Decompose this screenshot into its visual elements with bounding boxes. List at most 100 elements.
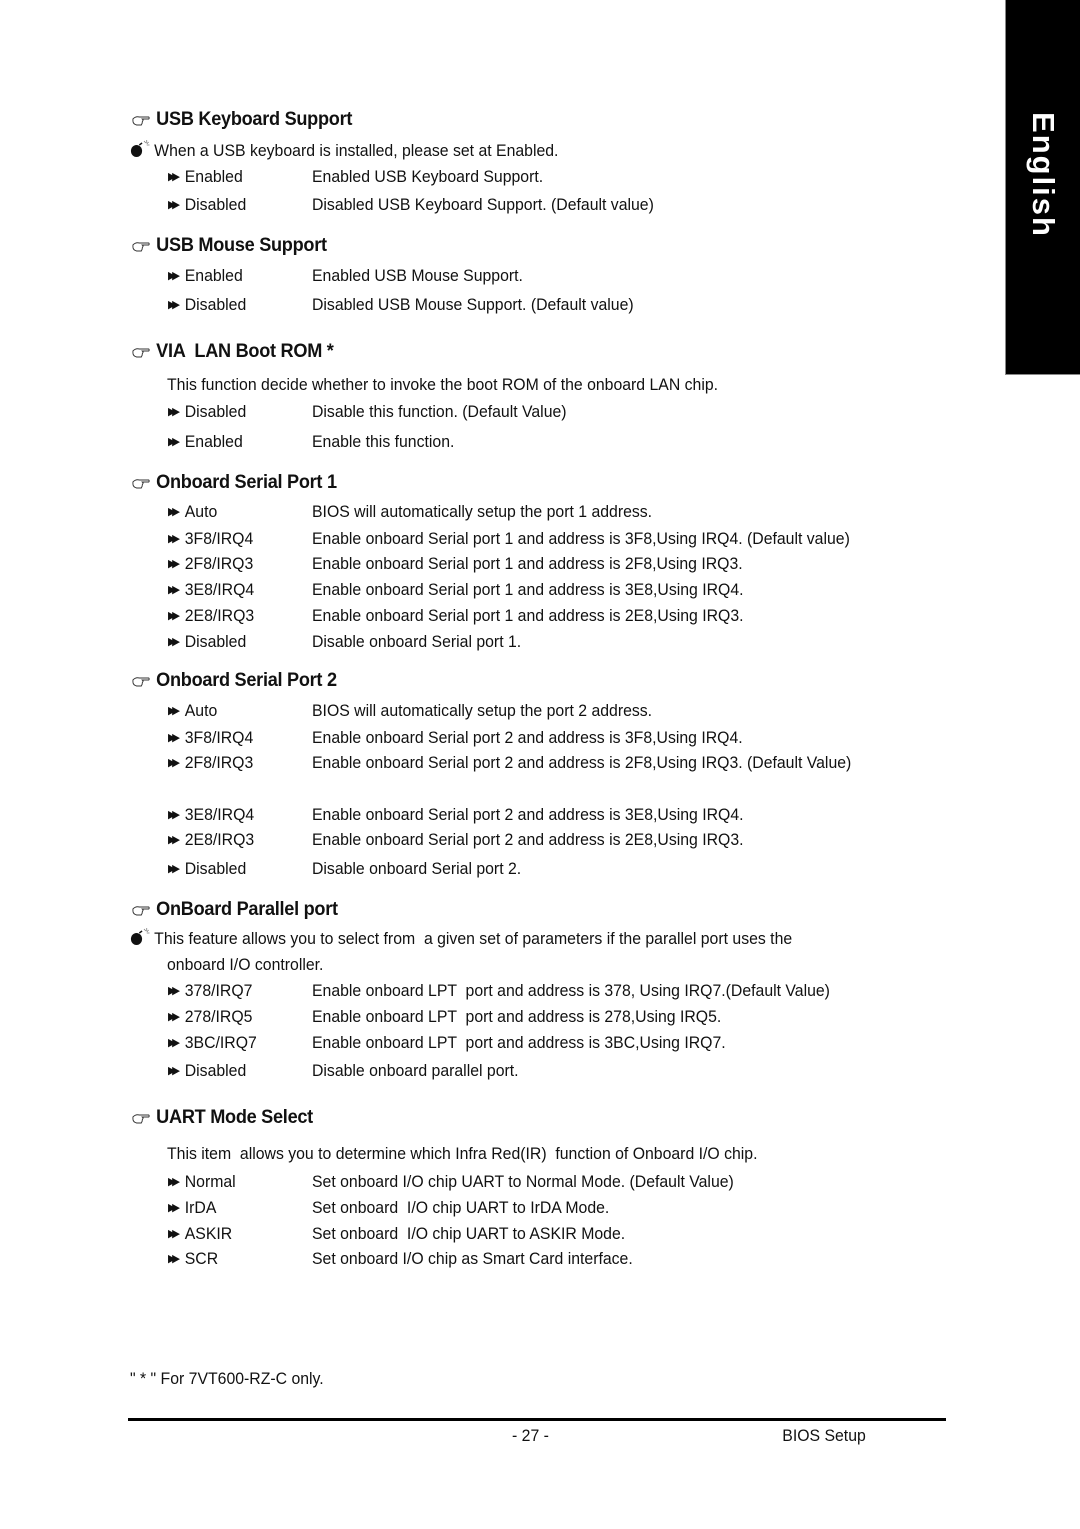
footnote: " * " For 7VT600-RZ-C only. xyxy=(130,1369,324,1388)
double-arrow-icon: ▶▶ xyxy=(168,834,180,846)
option-value: ▶▶ Auto xyxy=(168,701,218,720)
option-description: Enable this function. xyxy=(312,432,455,451)
option-value: ▶▶ Disabled xyxy=(168,632,247,651)
option-description: Enable onboard Serial port 2 and address… xyxy=(312,728,743,747)
footer-title: BIOS Setup xyxy=(782,1426,866,1445)
double-arrow-icon: ▶▶ xyxy=(168,809,180,821)
option-value: ▶▶ Disabled xyxy=(168,195,247,214)
section-heading: OnBoard Parallel port xyxy=(132,898,338,921)
option-value: ▶▶ 378/IRQ7 xyxy=(168,981,253,1000)
language-tab: English xyxy=(1005,0,1080,375)
section-heading: VIA LAN Boot ROM * xyxy=(132,340,334,363)
option-value: ▶▶ 3BC/IRQ7 xyxy=(168,1033,257,1052)
section-paragraph: This item allows you to determine which … xyxy=(167,1144,758,1163)
option-description: Enable onboard LPT port and address is 3… xyxy=(312,981,830,1000)
double-arrow-icon: ▶▶ xyxy=(168,1176,180,1188)
option-description: Enable onboard Serial port 1 and address… xyxy=(312,529,850,548)
option-value: ▶▶ 2F8/IRQ3 xyxy=(168,554,254,573)
double-arrow-icon: ▶▶ xyxy=(168,732,180,744)
option-description: Enable onboard Serial port 1 and address… xyxy=(312,580,744,599)
double-arrow-icon: ▶▶ xyxy=(168,506,180,518)
double-arrow-icon: ▶▶ xyxy=(168,1228,180,1240)
option-description: BIOS will automatically setup the port 2… xyxy=(312,701,653,720)
option-description: Disable onboard Serial port 2. xyxy=(312,859,522,878)
double-arrow-icon: ▶▶ xyxy=(168,406,180,418)
option-value: ▶▶ IrDA xyxy=(168,1198,217,1217)
double-arrow-icon: ▶▶ xyxy=(168,985,180,997)
option-description: Enabled USB Keyboard Support. xyxy=(312,167,544,186)
section-heading: USB Mouse Support xyxy=(132,234,327,257)
double-arrow-icon: ▶▶ xyxy=(168,299,180,311)
option-description: Enable onboard Serial port 2 and address… xyxy=(312,753,852,772)
option-value: ▶▶ 3E8/IRQ4 xyxy=(168,805,255,824)
pointing-hand-icon xyxy=(132,1110,156,1128)
double-arrow-icon: ▶▶ xyxy=(168,199,180,211)
pointing-hand-icon xyxy=(132,112,156,130)
option-value: ▶▶ 3E8/IRQ4 xyxy=(168,580,255,599)
pointing-hand-icon xyxy=(132,673,156,691)
option-description: Enable onboard Serial port 1 and address… xyxy=(312,554,743,573)
option-description: Enable onboard Serial port 2 and address… xyxy=(312,830,744,849)
option-description: Enable onboard Serial port 1 and address… xyxy=(312,606,744,625)
footer-divider xyxy=(128,1418,946,1421)
section-note: This feature allows you to select from a… xyxy=(130,928,792,951)
section-heading: Onboard Serial Port 2 xyxy=(132,669,337,692)
double-arrow-icon: ▶▶ xyxy=(168,1253,180,1265)
double-arrow-icon: ▶▶ xyxy=(168,270,180,282)
section-note-continued: onboard I/O controller. xyxy=(167,955,324,974)
option-value: ▶▶ Disabled xyxy=(168,859,247,878)
option-value: ▶▶ Enabled xyxy=(168,167,243,186)
section-heading: UART Mode Select xyxy=(132,1106,313,1129)
option-description: Disable onboard parallel port. xyxy=(312,1061,519,1080)
option-value: ▶▶ 278/IRQ5 xyxy=(168,1007,253,1026)
page-number: - 27 - xyxy=(512,1426,549,1445)
option-value: ▶▶ Disabled xyxy=(168,295,247,314)
option-description: Disable this function. (Default Value) xyxy=(312,402,567,421)
option-value: ▶▶ 2E8/IRQ3 xyxy=(168,830,255,849)
option-value: ▶▶ 2F8/IRQ3 xyxy=(168,753,254,772)
section-note: When a USB keyboard is installed, please… xyxy=(130,140,558,163)
option-description: Enable onboard LPT port and address is 2… xyxy=(312,1007,722,1026)
double-arrow-icon: ▶▶ xyxy=(168,1037,180,1049)
option-value: ▶▶ Normal xyxy=(168,1172,236,1191)
pointing-hand-icon xyxy=(132,344,156,362)
option-description: Disabled USB Keyboard Support. (Default … xyxy=(312,195,654,214)
double-arrow-icon: ▶▶ xyxy=(168,705,180,717)
option-description: Enable onboard LPT port and address is 3… xyxy=(312,1033,726,1052)
double-arrow-icon: ▶▶ xyxy=(168,863,180,875)
option-value: ▶▶ 2E8/IRQ3 xyxy=(168,606,255,625)
double-arrow-icon: ▶▶ xyxy=(168,1011,180,1023)
option-value: ▶▶ Enabled xyxy=(168,432,243,451)
option-description: Enable onboard Serial port 2 and address… xyxy=(312,805,744,824)
option-description: Set onboard I/O chip UART to IrDA Mode. xyxy=(312,1198,610,1217)
option-value: ▶▶ Enabled xyxy=(168,266,243,285)
double-arrow-icon: ▶▶ xyxy=(168,757,180,769)
section-paragraph: This function decide whether to invoke t… xyxy=(167,375,719,394)
option-description: Set onboard I/O chip UART to ASKIR Mode. xyxy=(312,1224,626,1243)
section-heading: Onboard Serial Port 1 xyxy=(132,471,337,494)
double-arrow-icon: ▶▶ xyxy=(168,171,180,183)
double-arrow-icon: ▶▶ xyxy=(168,1065,180,1077)
double-arrow-icon: ▶▶ xyxy=(168,636,180,648)
pointing-hand-icon xyxy=(132,475,156,493)
double-arrow-icon: ▶▶ xyxy=(168,436,180,448)
language-tab-label: English xyxy=(1026,112,1061,238)
pointing-hand-icon xyxy=(132,238,156,256)
double-arrow-icon: ▶▶ xyxy=(168,1202,180,1214)
option-value: ▶▶ SCR xyxy=(168,1249,219,1268)
double-arrow-icon: ▶▶ xyxy=(168,558,180,570)
option-description: Set onboard I/O chip as Smart Card inter… xyxy=(312,1249,633,1268)
option-value: ▶▶ Disabled xyxy=(168,1061,247,1080)
double-arrow-icon: ▶▶ xyxy=(168,584,180,596)
bomb-icon xyxy=(130,928,154,951)
double-arrow-icon: ▶▶ xyxy=(168,533,180,545)
option-value: ▶▶ Auto xyxy=(168,502,218,521)
option-description: BIOS will automatically setup the port 1… xyxy=(312,502,653,521)
option-value: ▶▶ 3F8/IRQ4 xyxy=(168,529,254,548)
option-value: ▶▶ Disabled xyxy=(168,402,247,421)
option-description: Enabled USB Mouse Support. xyxy=(312,266,523,285)
option-description: Disable onboard Serial port 1. xyxy=(312,632,522,651)
option-description: Disabled USB Mouse Support. (Default val… xyxy=(312,295,634,314)
option-value: ▶▶ ASKIR xyxy=(168,1224,233,1243)
double-arrow-icon: ▶▶ xyxy=(168,610,180,622)
